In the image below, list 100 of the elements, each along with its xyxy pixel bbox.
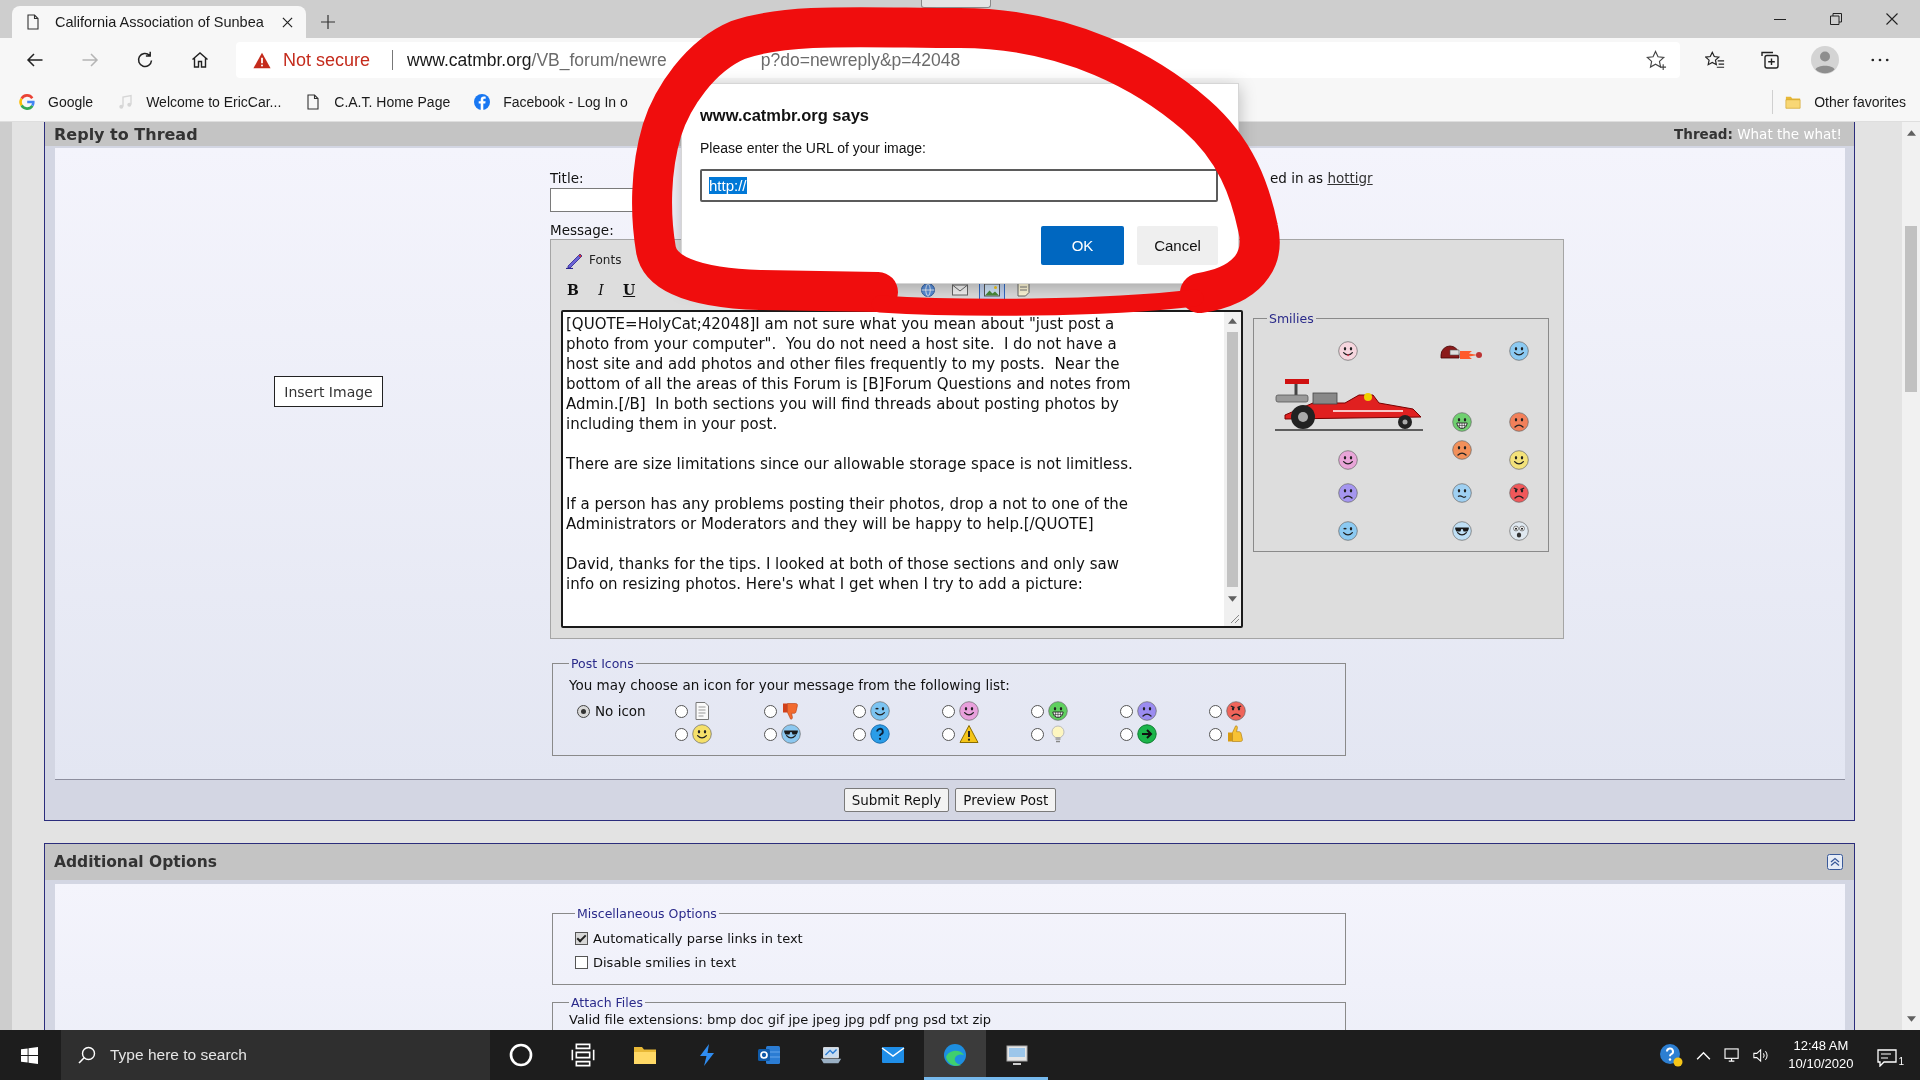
search-icon <box>78 1046 96 1064</box>
sad-face-icon[interactable] <box>1451 440 1472 460</box>
window-app-icon <box>1005 1043 1029 1067</box>
radio-button[interactable] <box>853 704 866 718</box>
help-icon[interactable] <box>1659 1043 1684 1067</box>
thread-title: What the what! <box>1737 126 1842 142</box>
checkbox-label: Disable smilies in text <box>593 954 737 970</box>
favorite-link[interactable]: Welcome to EricCar... <box>109 85 290 118</box>
form-button[interactable]: Submit Reply <box>843 788 950 812</box>
radio-button[interactable] <box>1209 727 1222 741</box>
winking-face-icon[interactable] <box>1338 521 1358 541</box>
scroll-down-arrow-icon[interactable] <box>1906 1016 1916 1022</box>
volume-icon[interactable] <box>1753 1047 1771 1063</box>
url-input[interactable]: http:// <box>700 169 1218 202</box>
winking-face-icon <box>870 701 890 721</box>
avatar-icon <box>1811 46 1839 74</box>
grinning-face-icon[interactable] <box>1451 412 1472 432</box>
smiling-face-icon[interactable] <box>1509 341 1529 361</box>
snap-handle[interactable] <box>921 0 991 8</box>
radio-button[interactable] <box>1120 727 1133 741</box>
italic-button[interactable]: I <box>589 280 613 300</box>
group-legend: Miscellaneous Options <box>575 906 719 921</box>
clock-time[interactable]: 12:48 AM <box>1793 1037 1849 1055</box>
insert-image-button[interactable]: Insert Image <box>274 376 383 407</box>
checkbox[interactable] <box>575 955 588 969</box>
plus-icon <box>321 15 335 29</box>
radio-button[interactable] <box>1209 704 1222 718</box>
username-link[interactable]: hottigr <box>1327 170 1373 186</box>
favorite-link[interactable]: C.A.T. Home Page <box>297 85 459 118</box>
warning-icon <box>959 724 979 744</box>
security-status[interactable]: Not secure <box>283 49 371 71</box>
underline-button[interactable]: U <box>617 280 641 300</box>
radio-button[interactable] <box>1031 727 1044 741</box>
favorites-folder[interactable]: Other favorites <box>1777 85 1914 118</box>
favorite-link[interactable]: Facebook - Log In o <box>466 85 636 118</box>
speech-bubble-icon <box>1877 1049 1898 1067</box>
close-icon <box>281 16 293 28</box>
radio-button[interactable] <box>675 704 688 718</box>
search-field[interactable]: Type here to search <box>61 1030 490 1080</box>
favorite-link[interactable]: Google <box>11 85 102 118</box>
image-icon <box>983 282 1001 298</box>
stacked-panels-icon <box>571 1043 595 1067</box>
sunglasses-face-icon[interactable] <box>1451 521 1472 541</box>
cancel-button[interactable]: Cancel <box>1137 226 1218 265</box>
star-plus-icon <box>1645 49 1667 71</box>
radio-button[interactable] <box>942 727 955 741</box>
scroll-down-arrow-icon[interactable] <box>1228 596 1237 602</box>
radio-button[interactable] <box>1031 704 1044 718</box>
dialog-title: www.catmbr.org says <box>700 105 871 125</box>
refresh-icon <box>135 50 155 70</box>
message-textarea[interactable]: [QUOTE=HolyCat;42048]I am not sure what you mean about "just post a photo from your computer". You do not need a host site. I do not have a host site and add photos and other files frequently to my posts. Near the bottom of all the areas of this Forum is [B]Forum Questions and notes from Admin.[/B] In both sections you will find threads about posting photos by including them in your post. There are size limitations since our allowable storage space is not limitless. If a person has any problems posting their photos, drop a not to one of the Administrators or Moderators and they will be happy to help.[/QUOTE] David, thanks for the tips. I looked at both of those sections and only saw info on resizing photos. Here's what I get when I try to add a picture: <box>561 310 1243 628</box>
star-list-icon <box>1705 50 1725 70</box>
smiling-face-icon[interactable] <box>1338 450 1358 470</box>
swirl-icon <box>943 1043 967 1067</box>
more-icon <box>1871 58 1889 62</box>
taskbar-app-button[interactable] <box>924 1030 986 1080</box>
network-icon[interactable] <box>1724 1047 1742 1063</box>
page-icon <box>25 14 41 30</box>
scroll-thumb[interactable] <box>1227 332 1238 587</box>
radio-button[interactable] <box>764 704 777 718</box>
collapse-icon[interactable] <box>1827 854 1843 870</box>
file-types-text: Valid file extensions: bmp doc gif jpe jpeg jpg pdf png psd txt zip <box>569 1012 993 1027</box>
tongue-face-icon[interactable] <box>1338 341 1358 361</box>
restore-icon <box>1830 13 1842 25</box>
scroll-up-arrow-icon[interactable] <box>1228 318 1237 324</box>
group-legend: Attach Files <box>569 995 645 1010</box>
radio-button[interactable] <box>853 727 866 741</box>
radio-button[interactable] <box>577 704 590 718</box>
sad-face-icon <box>1137 701 1157 721</box>
notifications-button[interactable]: 1 <box>1877 1043 1904 1067</box>
radio-button[interactable] <box>1120 704 1133 718</box>
radio-button[interactable] <box>675 727 688 741</box>
smiling-face-icon <box>959 701 979 721</box>
music-note-icon <box>117 93 134 110</box>
smiling-face-icon[interactable] <box>1509 450 1529 470</box>
post-icons-prompt: You may choose an icon for your message from the following list: <box>569 677 1011 693</box>
panel-title: Reply to Thread <box>54 124 198 144</box>
browser-tab[interactable]: California Association of Sunbea <box>12 6 306 38</box>
thumbs-down-icon <box>781 701 801 721</box>
radio-button[interactable] <box>764 727 777 741</box>
clock-date[interactable]: 10/10/2020 <box>1788 1055 1854 1073</box>
scroll-up-arrow-icon[interactable] <box>1906 130 1916 136</box>
form-button[interactable]: Preview Post <box>955 788 1057 812</box>
add-favorite-button[interactable] <box>1644 48 1668 72</box>
bold-button[interactable]: B <box>561 280 585 300</box>
angry-face-icon <box>1226 701 1246 721</box>
page-scrollbar[interactable] <box>1902 122 1920 1030</box>
ok-button[interactable]: OK <box>1041 226 1124 265</box>
fonts-menu[interactable]: Fonts <box>561 249 622 271</box>
scroll-thumb[interactable] <box>1905 226 1917 392</box>
angry-face-icon[interactable] <box>1509 483 1529 503</box>
colored-ring-icon <box>19 93 35 110</box>
confused-face-icon[interactable] <box>1451 483 1472 503</box>
pen-icon <box>565 251 583 269</box>
checkbox[interactable] <box>575 931 588 945</box>
url-text: www.catmbr.org/VB_forum/newre <box>407 49 667 71</box>
shocked-face-icon[interactable] <box>1509 521 1529 541</box>
radio-button[interactable] <box>942 704 955 718</box>
frowning-face-icon[interactable] <box>1509 412 1529 432</box>
sad-face-icon[interactable] <box>1338 483 1358 503</box>
